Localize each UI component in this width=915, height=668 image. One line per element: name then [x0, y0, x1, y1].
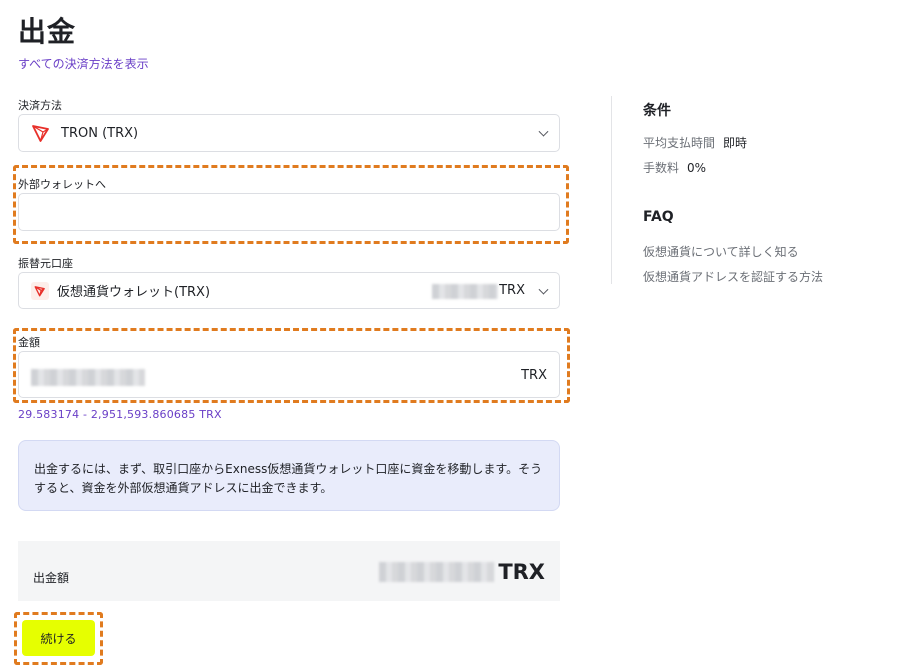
amount-currency: TRX: [521, 368, 547, 383]
withdrawal-summary: 出金額 TRX: [18, 541, 560, 601]
page-title: 出金: [18, 15, 77, 48]
info-notice-text: 出金するには、まず、取引口座からExness仮想通貨ウォレット口座に資金を移動し…: [34, 462, 543, 495]
fee-label: 手数料: [643, 161, 680, 175]
fee-value: 0%: [687, 161, 707, 175]
withdrawal-amount-currency: TRX: [498, 560, 545, 584]
payment-method-label: 決済方法: [18, 99, 62, 112]
withdrawal-amount-redacted: [379, 562, 495, 582]
payment-method-value: TRON (TRX): [61, 125, 139, 141]
payment-method-select[interactable]: TRON (TRX): [18, 114, 560, 152]
processing-time-value: 即時: [723, 136, 748, 150]
faq-link-crypto[interactable]: 仮想通貨について詳しく知る: [643, 243, 799, 260]
external-wallet-label: 外部ウォレットへ: [18, 178, 106, 191]
faq-link-verify-address[interactable]: 仮想通貨アドレスを認証する方法: [643, 268, 823, 285]
amount-label: 金額: [18, 336, 40, 349]
amount-range: 29.583174 - 2,951,593.860685 TRX: [18, 408, 222, 421]
all-payment-methods-link[interactable]: すべての決済方法を表示: [18, 55, 149, 72]
source-account-value: 仮想通貨ウォレット(TRX): [57, 285, 211, 300]
tron-logo-icon: [31, 123, 51, 143]
conditions-title: 条件: [643, 103, 671, 119]
balance-redacted: [432, 284, 498, 299]
amount-input[interactable]: TRX: [18, 351, 560, 398]
faq-title: FAQ: [643, 209, 674, 225]
source-account-select[interactable]: 仮想通貨ウォレット(TRX) TRX: [18, 272, 560, 309]
fee-row: 手数料 0%: [643, 159, 706, 176]
source-account-currency: TRX: [499, 283, 525, 298]
source-account-label: 振替元口座: [18, 257, 73, 270]
info-notice: 出金するには、まず、取引口座からExness仮想通貨ウォレット口座に資金を移動し…: [18, 440, 560, 511]
withdrawal-amount-label: 出金額: [33, 571, 70, 585]
chevron-down-icon: [538, 126, 549, 137]
tron-logo-icon: [31, 281, 49, 300]
sidebar-divider: [611, 96, 612, 284]
continue-button[interactable]: 続ける: [22, 620, 95, 656]
processing-time-row: 平均支払時間 即時: [643, 134, 747, 151]
external-wallet-input[interactable]: [18, 193, 560, 231]
chevron-down-icon: [538, 284, 549, 295]
processing-time-label: 平均支払時間: [643, 136, 716, 150]
amount-redacted: [31, 369, 145, 386]
